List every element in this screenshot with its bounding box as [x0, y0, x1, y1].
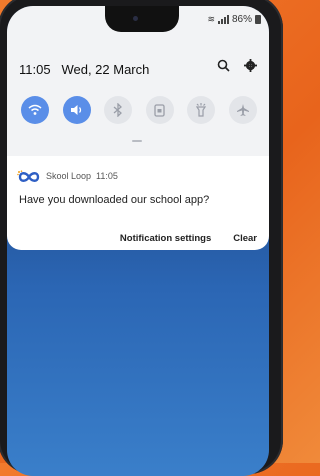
- qs-sound-toggle[interactable]: [62, 96, 91, 124]
- wifi-icon: ≋: [207, 14, 215, 24]
- wifi-icon: [28, 104, 42, 115]
- qs-portrait-toggle[interactable]: [145, 96, 174, 124]
- phone-frame: ≋ 86% 11:05 Wed, 22 March Skool Loop 11:…: [0, 0, 283, 476]
- skool-loop-logo-icon: [17, 170, 41, 182]
- notification-header: Skool Loop 11:05: [17, 170, 118, 182]
- front-camera: [133, 16, 138, 21]
- clear-button[interactable]: Clear: [233, 233, 257, 244]
- notification-app-name: Skool Loop: [46, 171, 92, 181]
- notification-message: Have you downloaded our school app?: [19, 194, 210, 206]
- notification-settings-button[interactable]: Notification settings: [120, 233, 211, 244]
- camera-notch: [105, 6, 179, 32]
- battery-percent: 86%: [231, 14, 252, 25]
- battery-icon: [255, 15, 261, 24]
- signal-icon: [217, 15, 229, 24]
- status-bar: ≋ 86%: [207, 14, 261, 25]
- speaker-icon: [70, 105, 81, 115]
- shade-drag-handle[interactable]: [132, 140, 142, 142]
- phone-screen: ≋ 86% 11:05 Wed, 22 March Skool Loop 11:…: [7, 6, 269, 476]
- shade-date: Wed, 22 March: [61, 62, 150, 77]
- qs-airplane-toggle[interactable]: [228, 96, 257, 124]
- flashlight-icon: [196, 103, 207, 117]
- notification-time: 11:05: [96, 171, 118, 181]
- portrait-lock-icon: [154, 103, 165, 117]
- gear-icon[interactable]: [244, 59, 257, 76]
- qs-wifi-toggle[interactable]: [21, 96, 49, 124]
- bluetooth-icon: [113, 103, 123, 117]
- qs-bluetooth-toggle[interactable]: [104, 96, 133, 124]
- notification-actions: Notification settings Clear: [120, 233, 257, 244]
- notification-card[interactable]: Skool Loop 11:05 Have you downloaded our…: [7, 156, 269, 250]
- shade-datetime: 11:05 Wed, 22 March: [19, 62, 149, 77]
- shade-time: 11:05: [19, 62, 51, 77]
- qs-flashlight-toggle[interactable]: [187, 96, 216, 124]
- airplane-icon: [236, 104, 249, 116]
- search-icon[interactable]: [217, 59, 230, 76]
- quick-settings-row: [21, 96, 257, 124]
- shade-actions: [217, 59, 257, 76]
